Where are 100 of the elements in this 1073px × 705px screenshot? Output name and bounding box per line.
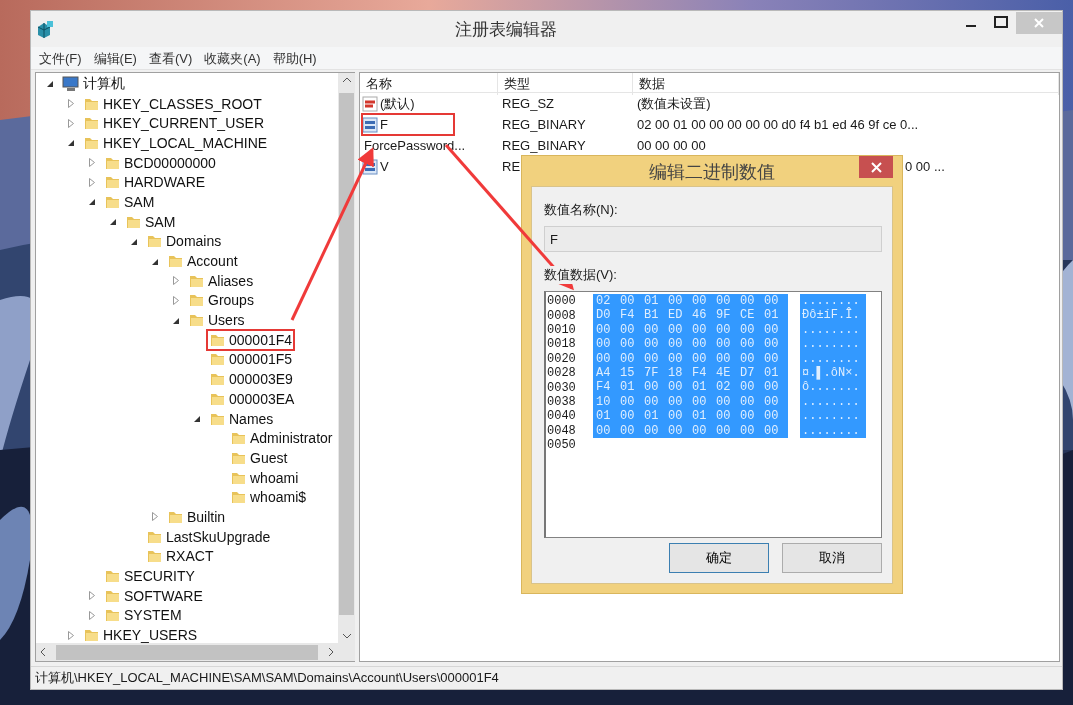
- collapse-icon[interactable]: [193, 415, 201, 424]
- column-header[interactable]: 类型: [498, 73, 633, 95]
- tree-item[interactable]: SAM: [124, 193, 155, 210]
- tree-item[interactable]: Guest: [250, 449, 288, 466]
- horizontal-scrollbar[interactable]: [36, 643, 338, 661]
- tree-item[interactable]: RXACT: [166, 548, 214, 565]
- tree-item[interactable]: Account: [187, 253, 238, 270]
- tree-item[interactable]: Domains: [166, 233, 222, 250]
- dialog-title: 编辑二进制数值: [648, 161, 776, 184]
- folder-icon: [209, 371, 226, 388]
- hex-ascii: ........: [800, 409, 866, 424]
- scrollbar-thumb[interactable]: [339, 93, 354, 615]
- tree-item[interactable]: BCD00000000: [124, 154, 216, 171]
- tree-item[interactable]: Users: [208, 312, 245, 329]
- expand-icon[interactable]: [68, 630, 74, 640]
- hex-ascii: Ðô±íF.Î.: [800, 308, 866, 323]
- collapse-icon[interactable]: [109, 218, 117, 227]
- collapse-icon[interactable]: [172, 316, 180, 325]
- collapse-icon[interactable]: [151, 257, 159, 266]
- tree-item[interactable]: Names: [229, 410, 274, 427]
- value-name[interactable]: F: [380, 117, 388, 132]
- tree-item[interactable]: Administrator: [250, 430, 333, 447]
- tree-item[interactable]: 000003E9: [229, 371, 293, 388]
- value-type: REG_BINARY: [502, 117, 586, 132]
- hex-editor[interactable]: [544, 291, 882, 538]
- hex-bytes: F4 01 00 00 01 02 00 00: [593, 380, 788, 395]
- hex-offset: 0040: [547, 409, 577, 424]
- close-button[interactable]: [859, 156, 893, 178]
- expand-icon[interactable]: [152, 512, 158, 522]
- dialog-button[interactable]: 取消: [782, 543, 882, 573]
- tree-item[interactable]: Builtin: [187, 508, 226, 525]
- menu-item[interactable]: 帮助(H): [268, 47, 321, 69]
- scrollbar-thumb[interactable]: [56, 644, 318, 660]
- value-name[interactable]: (默认): [380, 94, 415, 113]
- menu-item[interactable]: 编辑(E): [89, 47, 141, 69]
- menu-item[interactable]: 文件(F): [35, 47, 86, 69]
- hex-bytes: 00 00 00 00 00 00 00 00: [593, 337, 788, 352]
- string-value-icon: [362, 95, 378, 112]
- hex-bytes: 02 00 01 00 00 00 00 00: [593, 294, 788, 309]
- collapse-icon[interactable]: [46, 80, 54, 89]
- hex-offset: 0000: [547, 294, 577, 309]
- hex-offset: 0050: [547, 438, 577, 453]
- folder-icon: [146, 548, 163, 565]
- folder-icon: [209, 351, 226, 368]
- menu-item[interactable]: 查看(V): [144, 47, 197, 69]
- close-icon: [1033, 17, 1045, 29]
- tree-item[interactable]: 000003EA: [229, 390, 295, 407]
- field-label: 数值数据(V):: [544, 266, 617, 284]
- folder-icon: [230, 489, 247, 506]
- hex-offset: 0020: [547, 351, 577, 366]
- hex-offset: 0010: [547, 322, 577, 337]
- dialog-button[interactable]: 确定: [669, 543, 769, 573]
- collapse-icon[interactable]: [67, 139, 75, 148]
- hex-offset: 0028: [547, 366, 577, 381]
- tree-item[interactable]: whoami: [250, 469, 299, 486]
- collapse-icon[interactable]: [130, 237, 138, 246]
- value-type: RE: [502, 159, 521, 174]
- tree-item[interactable]: whoami$: [250, 489, 307, 506]
- collapse-icon[interactable]: [88, 198, 96, 207]
- hex-offset: 0048: [547, 423, 577, 438]
- vertical-scrollbar[interactable]: [338, 73, 355, 643]
- tree-item[interactable]: 计算机: [83, 74, 125, 93]
- value-data: 0 00 ...: [905, 159, 945, 174]
- binary-value-icon: [362, 116, 378, 133]
- folder-icon: [104, 607, 121, 624]
- tree-item[interactable]: Groups: [208, 292, 254, 309]
- tree-item[interactable]: HKEY_CURRENT_USER: [103, 115, 265, 132]
- hex-bytes: D0 F4 B1 ED 46 9F CE 01: [593, 308, 788, 323]
- folder-icon: [83, 627, 100, 643]
- hex-offset: 0018: [547, 337, 577, 352]
- hex-ascii: ô.......: [800, 380, 866, 395]
- folder-icon: [104, 174, 121, 191]
- value-name-field[interactable]: F: [544, 226, 882, 252]
- tree-item[interactable]: SYSTEM: [124, 607, 182, 624]
- tree-item[interactable]: HKEY_LOCAL_MACHINE: [103, 134, 268, 151]
- hex-ascii: ........: [800, 337, 866, 352]
- tree-item[interactable]: SECURITY: [124, 568, 195, 585]
- hex-offset: 0008: [547, 308, 577, 323]
- tree-item[interactable]: Aliases: [208, 272, 254, 289]
- hex-offset: 0038: [547, 394, 577, 409]
- menu-item[interactable]: 收藏夹(A): [200, 47, 265, 69]
- tree-item[interactable]: SAM: [145, 213, 176, 230]
- column-header[interactable]: 名称: [360, 73, 498, 95]
- folder-icon: [188, 312, 205, 329]
- tree-item[interactable]: 000001F4: [229, 331, 293, 348]
- value-name[interactable]: ForcePassword...: [364, 138, 466, 153]
- tree-item[interactable]: HKEY_USERS: [103, 627, 198, 643]
- tree-item[interactable]: HARDWARE: [124, 174, 206, 191]
- value-type: REG_BINARY: [502, 138, 586, 153]
- maximize-icon: [994, 16, 1008, 28]
- computer-icon: [62, 75, 80, 92]
- hex-bytes: 01 00 01 00 01 00 00 00: [593, 409, 788, 424]
- tree-item[interactable]: HKEY_CLASSES_ROOT: [103, 95, 262, 112]
- tree-item[interactable]: 000001F5: [229, 351, 293, 368]
- value-name[interactable]: V: [380, 159, 389, 174]
- value-data: 00 00 00 00: [637, 138, 706, 153]
- tree-item[interactable]: SOFTWARE: [124, 587, 203, 604]
- hex-offset: 0030: [547, 380, 577, 395]
- column-header[interactable]: 数据: [633, 73, 1059, 95]
- tree-item[interactable]: LastSkuUpgrade: [166, 528, 271, 545]
